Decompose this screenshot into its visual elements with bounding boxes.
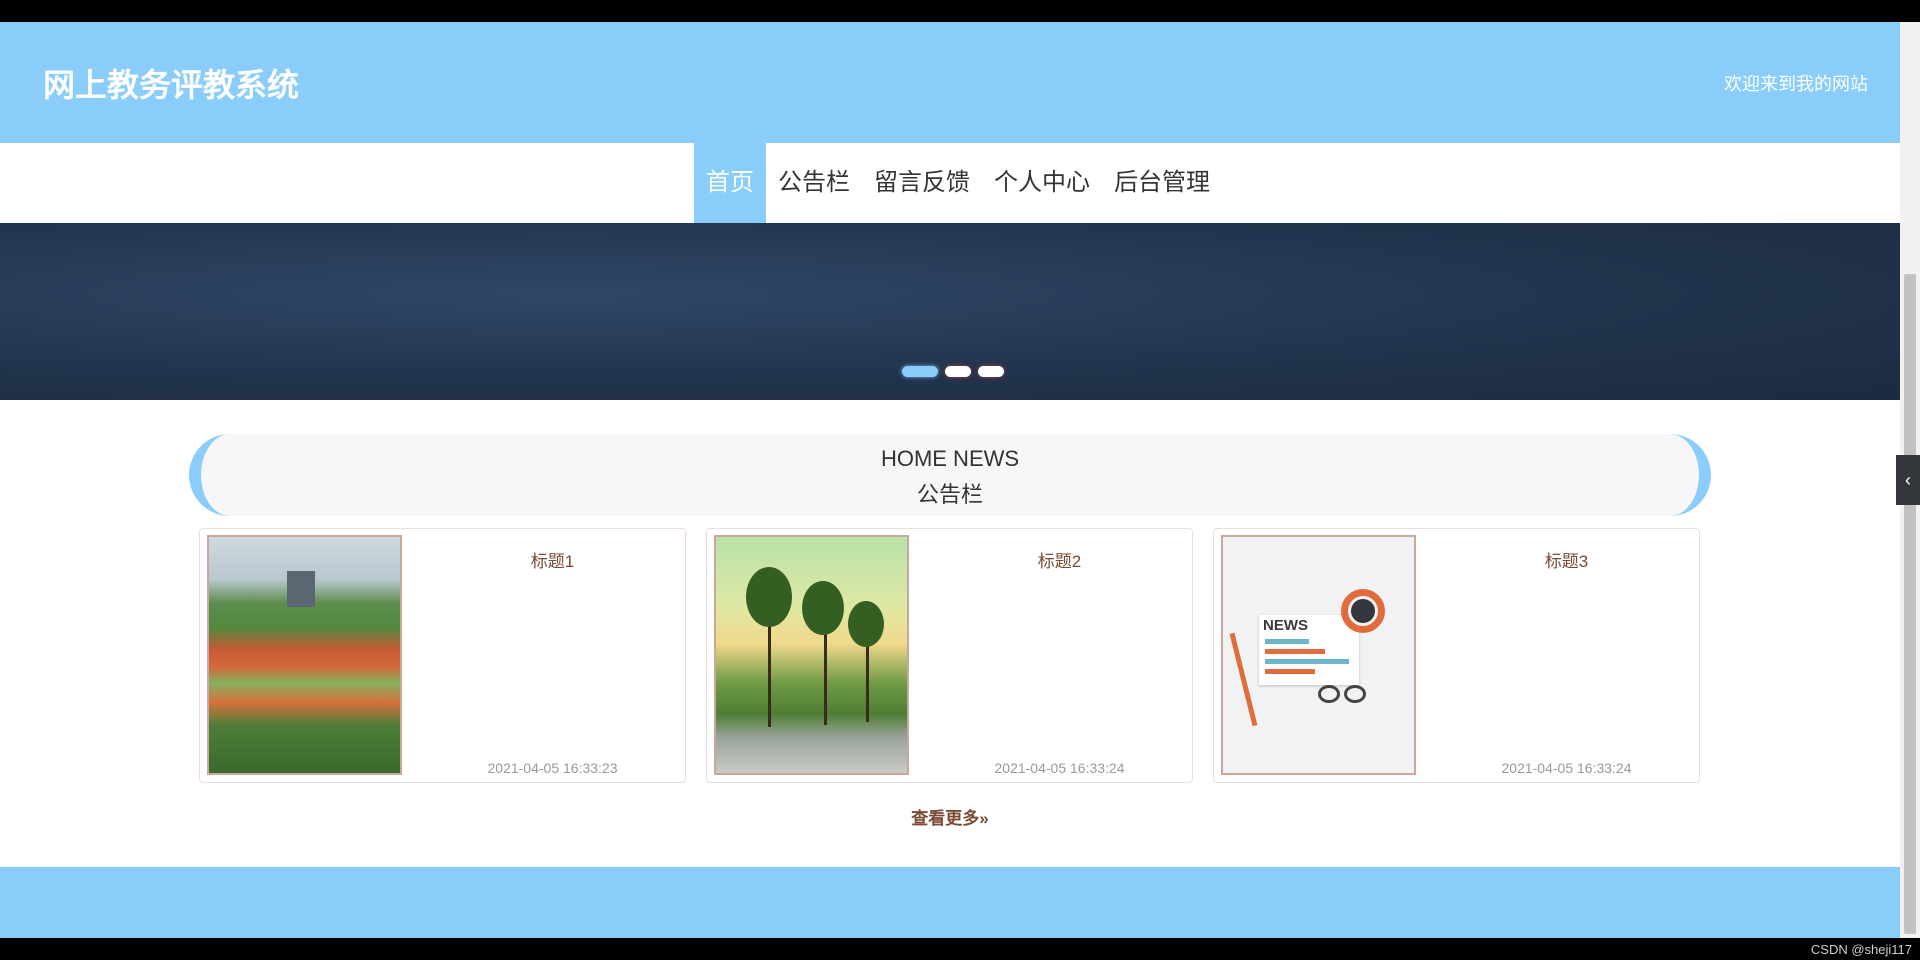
news-card-time: 2021-04-05 16:33:24 [994,760,1125,776]
site-header: 网上教务评教系统 欢迎来到我的网站 [0,22,1900,143]
news-illustration: NEWS [1223,537,1414,773]
news-illustration-text: NEWS [1263,617,1308,634]
carousel-dot-2[interactable] [945,366,971,377]
carousel-indicators [902,366,1004,377]
side-panel-toggle[interactable]: ‹ [1896,455,1920,505]
scrollbar-thumb[interactable] [1904,274,1916,934]
site-title[interactable]: 网上教务评教系统 [43,60,299,106]
carousel-dot-3[interactable] [978,366,1004,377]
banner-carousel[interactable] [0,223,1900,400]
nav-item-notice-board[interactable]: 公告栏 [766,143,862,223]
news-card-image-2[interactable] [714,535,909,775]
welcome-text: 欢迎来到我的网站 [1724,74,1868,94]
news-card-time: 2021-04-05 16:33:24 [1501,760,1632,776]
news-card-time: 2021-04-05 16:33:23 [487,760,618,776]
page: 网上教务评教系统 欢迎来到我的网站 首页 公告栏 留言反馈 个人中心 后台管理 … [0,22,1900,938]
campus-trees-photo [716,537,907,773]
view-more-link[interactable]: 查看更多» [0,804,1900,829]
chevron-left-icon: ‹ [1905,470,1911,490]
main-nav: 首页 公告栏 留言反馈 个人中心 后台管理 [0,143,1900,224]
nav-item-admin[interactable]: 后台管理 [1102,143,1222,223]
carousel-dot-1[interactable] [902,366,938,377]
news-card-image-1[interactable] [207,535,402,775]
nav-item-feedback[interactable]: 留言反馈 [862,143,982,223]
news-section-title: HOME NEWS 公告栏 [189,434,1711,516]
nav-item-home[interactable]: 首页 [694,143,766,223]
nav-item-personal-center[interactable]: 个人中心 [982,143,1102,223]
news-title-cn: 公告栏 [916,482,983,507]
site-footer [0,867,1900,938]
news-card-3[interactable]: NEWS 标题3 2021-04-05 16:33:24 [1213,528,1700,783]
sports-field-photo [209,537,400,773]
news-title-en: HOME NEWS [880,446,1020,471]
watermark: CSDN @sheji117 [1810,942,1912,957]
news-card-title[interactable]: 标题1 [420,547,685,572]
news-card-title[interactable]: 标题2 [927,547,1192,572]
news-card-title[interactable]: 标题3 [1434,547,1699,572]
news-card-2[interactable]: 标题2 2021-04-05 16:33:24 [706,528,1193,783]
news-card-image-3[interactable]: NEWS [1221,535,1416,775]
news-card-1[interactable]: 标题1 2021-04-05 16:33:23 [199,528,686,783]
